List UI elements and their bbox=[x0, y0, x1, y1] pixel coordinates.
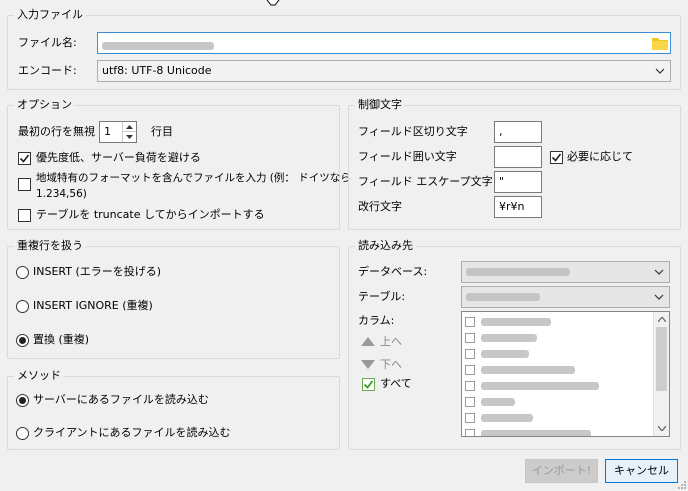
rows-suffix-label: 行目 bbox=[151, 125, 173, 138]
field-enclose-input[interactable] bbox=[494, 146, 542, 168]
columns-listbox[interactable] bbox=[461, 311, 670, 437]
locale-format-checkbox[interactable] bbox=[18, 178, 31, 191]
low-priority-label: 優先度低、サーバー負荷を避ける bbox=[36, 151, 201, 164]
duplicates-insert-label: INSERT (エラーを投げる) bbox=[33, 265, 162, 278]
options-group-title: オプション bbox=[14, 98, 75, 112]
list-item[interactable] bbox=[462, 330, 653, 346]
list-item[interactable] bbox=[462, 410, 653, 426]
resize-grip-icon[interactable] bbox=[677, 480, 687, 490]
method-client-radio[interactable] bbox=[16, 427, 29, 440]
database-redacted-value bbox=[466, 268, 570, 276]
list-item[interactable] bbox=[462, 362, 653, 378]
encoding-value: utf8: UTF-8 Unicode bbox=[102, 64, 212, 77]
mouse-cursor-icon bbox=[266, 0, 280, 6]
method-group: メソッド サーバーにあるファイルを読み込む クライアントにあるファイルを読み込む bbox=[7, 369, 340, 450]
scroll-up-icon[interactable] bbox=[658, 317, 666, 322]
method-client-label: クライアントにあるファイルを読み込む bbox=[33, 426, 231, 439]
method-server-label: サーバーにあるファイルを読み込む bbox=[33, 393, 209, 406]
options-group: オプション 最初の行を無視 1 行目 優先度低、サーバー負荷を避ける 地域特有の… bbox=[7, 98, 351, 230]
field-escape-value: " bbox=[499, 175, 505, 188]
chevron-down-icon bbox=[653, 61, 667, 81]
filename-label: ファイル名: bbox=[18, 36, 77, 49]
cancel-button[interactable]: キャンセル bbox=[605, 459, 678, 483]
list-item[interactable] bbox=[462, 426, 653, 436]
low-priority-checkbox[interactable] bbox=[18, 152, 31, 165]
duplicates-replace-radio[interactable] bbox=[16, 334, 29, 347]
encoding-select[interactable]: utf8: UTF-8 Unicode bbox=[97, 60, 671, 82]
database-select[interactable] bbox=[461, 261, 670, 283]
scrollbar-thumb[interactable] bbox=[656, 327, 667, 391]
list-item[interactable] bbox=[462, 346, 653, 362]
as-needed-checkbox[interactable] bbox=[550, 151, 563, 164]
newline-label: 改行文字 bbox=[358, 200, 402, 213]
input-file-group: 入力ファイル ファイル名: エンコード: utf8: UTF-8 Unicode bbox=[7, 8, 681, 90]
truncate-label: テーブルを truncate してからインポートする bbox=[36, 208, 265, 221]
folder-icon[interactable] bbox=[652, 36, 668, 50]
scroll-down-icon[interactable] bbox=[658, 426, 666, 431]
chevron-down-icon bbox=[652, 287, 666, 307]
duplicates-group: 重複行を扱う INSERT (エラーを投げる) INSERT IGNORE (重… bbox=[7, 239, 340, 359]
target-group-title: 読み込み先 bbox=[355, 239, 416, 253]
method-server-radio[interactable] bbox=[16, 394, 29, 407]
field-escape-input[interactable]: " bbox=[494, 171, 542, 193]
filename-input[interactable] bbox=[97, 32, 671, 54]
ignore-first-label: 最初の行を無視 bbox=[18, 125, 95, 138]
ignore-first-value: 1 bbox=[104, 125, 111, 138]
import-button[interactable]: インポート! bbox=[525, 459, 598, 483]
field-enclose-label: フィールド囲い文字 bbox=[358, 150, 457, 163]
duplicates-insert-radio[interactable] bbox=[16, 266, 29, 279]
ignore-first-spinner[interactable]: 1 bbox=[99, 121, 137, 143]
as-needed-label: 必要に応じて bbox=[567, 150, 633, 163]
field-separator-value: , bbox=[499, 125, 503, 138]
columns-label: カラム: bbox=[358, 314, 395, 327]
encoding-label: エンコード: bbox=[18, 64, 77, 77]
list-item[interactable] bbox=[462, 394, 653, 410]
input-file-group-title: 入力ファイル bbox=[14, 8, 86, 22]
move-up-label[interactable]: 上へ bbox=[380, 334, 402, 350]
duplicates-insert-ignore-label: INSERT IGNORE (重複) bbox=[33, 299, 153, 312]
table-redacted-value bbox=[466, 293, 540, 301]
down-arrow-icon[interactable] bbox=[361, 360, 375, 369]
method-group-title: メソッド bbox=[14, 369, 64, 383]
table-label: テーブル: bbox=[358, 290, 406, 303]
database-label: データベース: bbox=[358, 265, 428, 278]
locale-format-label-line2: 1.234,56) bbox=[36, 188, 87, 200]
duplicates-insert-ignore-radio[interactable] bbox=[16, 300, 29, 313]
up-arrow-icon[interactable] bbox=[361, 337, 375, 346]
select-all-label: すべて bbox=[380, 377, 412, 390]
control-chars-group: 制御文字 フィールド区切り文字 , フィールド囲い文字 必要に応じて フィールド… bbox=[348, 98, 681, 230]
chevron-down-icon bbox=[652, 262, 666, 282]
target-group: 読み込み先 データベース: テーブル: カラム: 上へ 下へ すべて bbox=[348, 239, 681, 450]
duplicates-replace-label: 置換 (重複) bbox=[33, 333, 90, 346]
spinner-up-icon[interactable] bbox=[122, 122, 136, 132]
field-escape-label: フィールド エスケープ文字 bbox=[358, 175, 493, 188]
duplicates-group-title: 重複行を扱う bbox=[14, 239, 86, 253]
filename-redacted-value bbox=[102, 42, 214, 50]
field-separator-label: フィールド区切り文字 bbox=[358, 125, 468, 138]
truncate-checkbox[interactable] bbox=[18, 209, 31, 222]
select-all-checkbox[interactable] bbox=[362, 378, 375, 391]
control-chars-group-title: 制御文字 bbox=[355, 98, 405, 112]
newline-value: ¥r¥n bbox=[499, 200, 525, 213]
table-select[interactable] bbox=[461, 286, 670, 308]
spinner-down-icon[interactable] bbox=[122, 132, 136, 142]
columns-scrollbar[interactable] bbox=[653, 312, 669, 436]
move-down-label[interactable]: 下へ bbox=[380, 357, 402, 373]
newline-input[interactable]: ¥r¥n bbox=[494, 196, 542, 218]
list-item[interactable] bbox=[462, 378, 653, 394]
list-item[interactable] bbox=[462, 314, 653, 330]
field-separator-input[interactable]: , bbox=[494, 121, 542, 143]
locale-format-label-line1: 地域特有のフォーマットを含んでファイルを入力 (例： ドイツなら bbox=[36, 172, 351, 184]
